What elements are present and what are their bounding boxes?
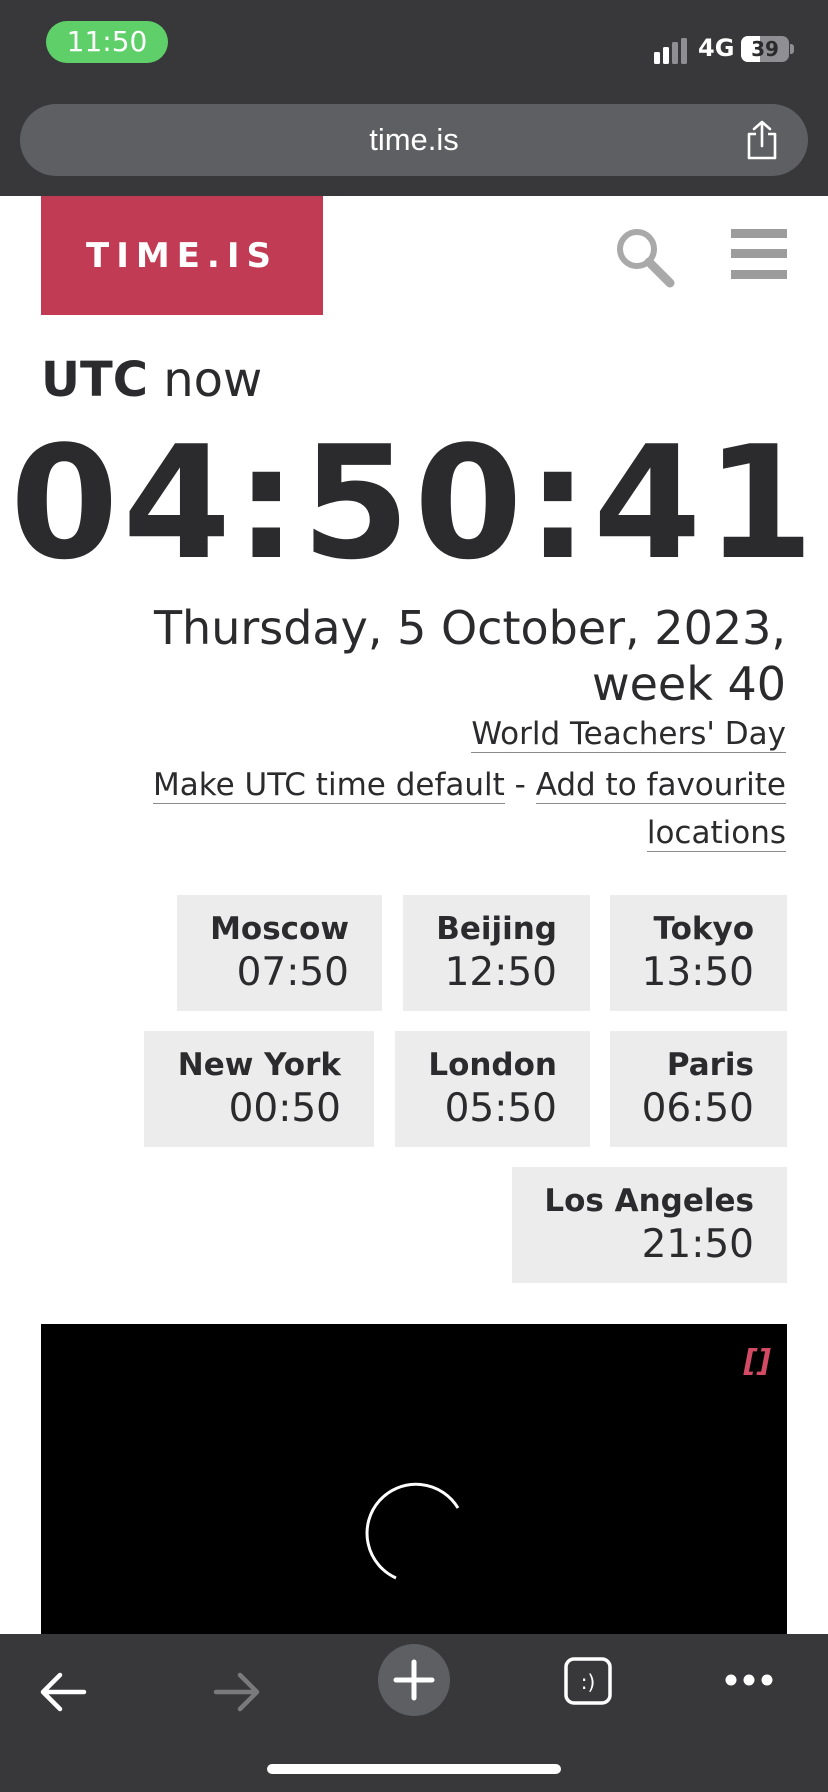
more-dots-icon[interactable]: [724, 1672, 774, 1688]
city-name: Beijing: [436, 911, 557, 947]
city-time: 13:50: [641, 950, 754, 995]
city-time: 06:50: [641, 1086, 754, 1131]
actions-row: Make UTC time default - Add to favourite…: [86, 761, 786, 857]
city-tile[interactable]: Beijing 12:50: [403, 895, 590, 1011]
city-name: Tokyo: [653, 911, 754, 947]
city-time: 00:50: [228, 1086, 341, 1131]
date-text: Thursday, 5 October, 2023,: [153, 601, 786, 655]
home-indicator: [267, 1764, 561, 1774]
city-tile[interactable]: London 05:50: [395, 1031, 590, 1147]
city-tile[interactable]: Moscow 07:50: [177, 895, 382, 1011]
add-favourite-link[interactable]: Add to favourite locations: [535, 767, 786, 852]
date-display: Thursday, 5 October, 2023, week 40: [154, 600, 786, 712]
actions-separator: -: [514, 767, 526, 803]
holiday-link-wrap: World Teachers' Day: [471, 713, 786, 755]
city-tile[interactable]: Los Angeles 21:50: [512, 1167, 787, 1283]
city-tile[interactable]: New York 00:50: [144, 1031, 374, 1147]
city-tile[interactable]: Paris 06:50: [610, 1031, 787, 1147]
site-logo[interactable]: TIME.IS: [41, 196, 323, 315]
forward-arrow-icon[interactable]: [212, 1670, 262, 1714]
back-arrow-icon[interactable]: [38, 1670, 88, 1714]
city-name: Moscow: [210, 911, 349, 947]
battery-percent: 39: [751, 37, 779, 61]
video-player[interactable]: []: [41, 1324, 787, 1634]
current-time: 04:50:41: [9, 412, 819, 594]
city-name: New York: [177, 1047, 341, 1083]
holiday-link[interactable]: World Teachers' Day: [471, 716, 786, 753]
hamburger-menu-icon[interactable]: [731, 229, 787, 279]
city-tile[interactable]: Tokyo 13:50: [610, 895, 787, 1011]
battery-indicator: 39: [741, 36, 794, 62]
svg-text::): :): [581, 1670, 596, 1694]
logo-text: TIME.IS: [86, 235, 278, 276]
city-time: 05:50: [444, 1086, 557, 1131]
browser-top-bar: 11:50 4G 39 time.is: [0, 0, 828, 196]
tabs-icon[interactable]: :): [563, 1656, 613, 1706]
make-default-link[interactable]: Make UTC time default: [152, 767, 505, 804]
url-text[interactable]: time.is: [20, 104, 808, 176]
address-bar[interactable]: time.is: [20, 104, 808, 176]
city-name: Los Angeles: [544, 1183, 754, 1219]
share-icon[interactable]: [744, 120, 780, 160]
status-time: 11:50: [46, 21, 168, 63]
zone-heading: UTC now: [41, 352, 262, 408]
week-text: week 40: [591, 657, 786, 711]
city-name: London: [428, 1047, 557, 1083]
city-time: 07:50: [236, 950, 349, 995]
city-name: Paris: [666, 1047, 754, 1083]
loading-spinner-icon: [365, 1482, 460, 1580]
fullscreen-icon[interactable]: []: [744, 1344, 771, 1379]
city-time: 21:50: [641, 1222, 754, 1267]
plus-icon[interactable]: [378, 1644, 450, 1716]
signal-icon: [654, 38, 687, 64]
network-type: 4G: [698, 34, 735, 62]
zone-suffix: now: [163, 352, 263, 408]
zone-name: UTC: [41, 352, 148, 408]
city-time: 12:50: [444, 950, 557, 995]
search-icon[interactable]: [612, 224, 676, 288]
